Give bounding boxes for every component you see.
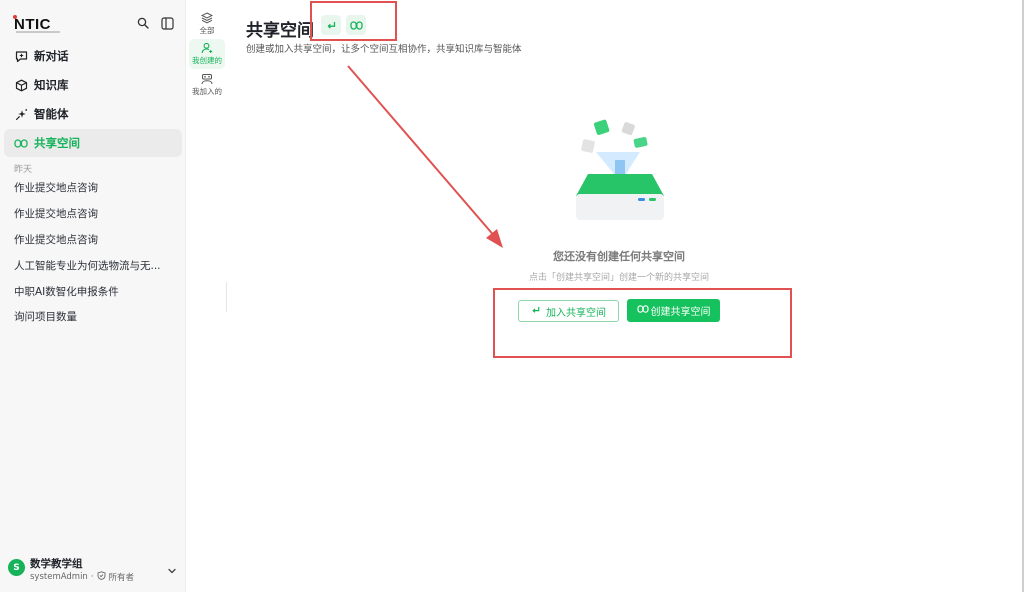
- page-title: 共享空间: [246, 21, 314, 41]
- sidebar-top-actions: [135, 15, 175, 31]
- nav-item-knowledge-base[interactable]: 知识库: [4, 71, 182, 99]
- filter-all[interactable]: 全部: [189, 9, 225, 39]
- history-item[interactable]: 作业提交地点咨询: [14, 201, 178, 227]
- nav-item-shared-spaces[interactable]: 共享空间: [4, 129, 182, 157]
- brand-logo[interactable]: NTIC: [13, 14, 60, 34]
- filter-label: 全部: [199, 26, 215, 35]
- user-account: systemAdmin: [30, 572, 88, 582]
- user-panel[interactable]: S 数学教学组 systemAdmin · 所有者: [8, 554, 180, 584]
- nav-item-agents[interactable]: 智能体: [4, 100, 182, 128]
- empty-state-title: 您还没有创建任何共享空间: [553, 250, 685, 263]
- new-chat-icon: [14, 49, 28, 63]
- user-meta: systemAdmin · 所有者: [30, 571, 134, 583]
- empty-state-illustration: [570, 116, 670, 224]
- main-nav: 新对话 知识库 智能体 共享空间: [4, 42, 182, 158]
- avatar: S: [8, 559, 25, 576]
- user-icon: [201, 42, 213, 54]
- infinity-icon: [14, 136, 28, 150]
- history-item[interactable]: 询问项目数量: [14, 304, 178, 330]
- user-role: 所有者: [108, 573, 135, 583]
- nav-item-label: 知识库: [34, 78, 69, 92]
- separator-dot: ·: [90, 572, 94, 582]
- logo-dot: [13, 15, 17, 19]
- search-icon[interactable]: [135, 15, 151, 31]
- group-icon: [201, 73, 213, 85]
- sidebar: NTIC 新对话 知识库 智能体 共享空间 昨天 作业提交地点咨询 作业提交地点…: [0, 0, 186, 592]
- annotation-box-buttons: [493, 288, 792, 358]
- filter-created-by-me[interactable]: 我创建的: [189, 39, 225, 69]
- history-item[interactable]: 作业提交地点咨询: [14, 175, 178, 201]
- empty-state-description: 点击「创建共享空间」创建一个新的共享空间: [528, 273, 709, 283]
- user-name: 数学教学组: [30, 558, 83, 570]
- chevron-down-icon[interactable]: [166, 562, 178, 574]
- history-group-label: 昨天: [14, 165, 33, 175]
- filter-joined-by-me[interactable]: 我加入的: [189, 70, 225, 100]
- filter-label: 我加入的: [192, 87, 222, 96]
- nav-item-label: 智能体: [34, 107, 69, 121]
- layers-icon: [200, 12, 214, 24]
- shield-icon: [97, 571, 106, 583]
- column-divider: [226, 282, 227, 312]
- annotation-box-header: [310, 1, 397, 41]
- nav-item-label: 共享空间: [34, 136, 80, 150]
- logo-tagline-mark: [16, 31, 60, 33]
- filter-label: 我创建的: [192, 56, 222, 65]
- cube-icon: [14, 78, 28, 92]
- sparkle-icon: [14, 107, 28, 121]
- page-description: 创建或加入共享空间，让多个空间互相协作，共享知识库与智能体: [246, 44, 522, 55]
- nav-item-new-chat[interactable]: 新对话: [4, 42, 182, 70]
- space-filter-column: 全部 我创建的 我加入的: [186, 0, 226, 592]
- nav-item-label: 新对话: [34, 49, 69, 63]
- sidebar-toggle-icon[interactable]: [159, 15, 175, 31]
